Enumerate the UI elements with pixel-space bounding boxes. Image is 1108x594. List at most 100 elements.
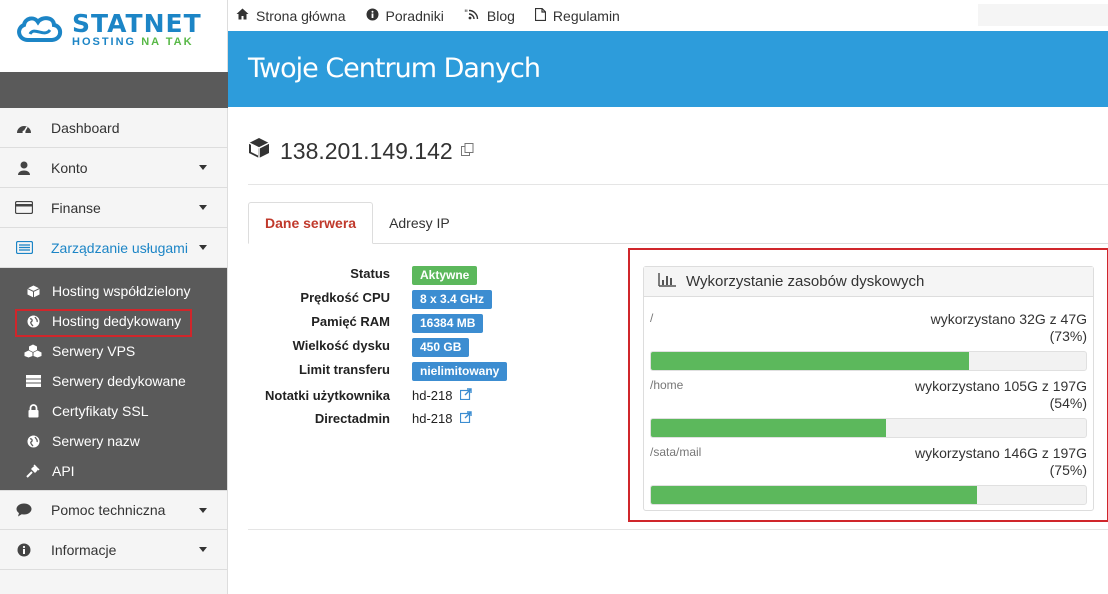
disk-mount: /sata/mail [650,445,702,459]
caret-down-icon [199,245,207,250]
globe-icon [24,315,42,328]
tab-adresy-ip[interactable]: Adresy IP [373,202,466,244]
file-icon [534,7,547,24]
disk-usage-text: wykorzystano 32G z 47G (73%) [930,311,1087,344]
submenu-item-label: API [52,463,75,479]
copy-icon[interactable] [460,143,474,159]
notes-value: hd-218 [412,388,453,403]
detail-row-ram: Pamięć RAM 16384 MB [248,311,618,333]
directadmin-value: hd-218 [412,411,453,426]
sidebar-item-label: Zarządzanie usługami [51,239,188,256]
main-content: 138.201.149.142 Dane serwera Adresy IP S… [228,107,1108,594]
topbar-link-label: Strona główna [256,7,346,24]
topbar-link-blog[interactable]: " Blog [464,8,515,24]
sidebar-item-dashboard[interactable]: Dashboard [0,108,227,148]
topbar-link-label: Blog [486,7,515,24]
disk-progress-bar [650,485,1087,505]
logo[interactable]: STATNET HOSTING NA TAK [0,0,228,72]
submenu-item-hosting-wspoldzielony[interactable]: Hosting współdzielony [0,276,227,306]
topbar-link-label: Poradniki [385,7,444,24]
dashboard-icon [14,120,34,136]
globe-icon [24,435,42,448]
detail-label: Limit transferu [298,362,390,377]
caret-down-icon [199,547,207,552]
sidebar-item-zarzadzanie-uslugami[interactable]: Zarządzanie usługami [0,228,227,268]
disk-entry: / wykorzystano 32G z 47G (73%) [644,297,1093,371]
status-badge: Aktywne [412,266,478,285]
sidebar-item-label: Pomoc techniczna [51,502,166,518]
topbar-right-area [978,4,1108,26]
sidebar-item-pomoc-techniczna[interactable]: Pomoc techniczna [0,490,227,530]
submenu-item-certyfikaty-ssl[interactable]: Certyfikaty SSL [0,396,227,426]
tab-dane-serwera[interactable]: Dane serwera [248,202,374,244]
detail-row-transfer: Limit transferu nielimitowany [248,359,618,381]
sidebar-item-label: Konto [51,159,88,176]
sidebar-item-label: Dashboard [51,119,120,136]
disk-progress-bar [650,418,1087,438]
sidebar-item-konto[interactable]: Konto [0,148,227,188]
panel-header: Wykorzystanie zasobów dyskowych [644,267,1093,297]
submenu-item-label: Hosting współdzielony [52,283,191,299]
detail-row-notes: Notatki użytkownika hd-218 [248,385,618,406]
cube-icon [248,137,270,165]
cloud-logo-icon [17,16,63,42]
sidebar-item-label: Finanse [51,199,101,216]
detail-label: Prędkość CPU [300,290,390,305]
submenu-item-api[interactable]: API [0,456,227,486]
topbar-link-label: Regulamin [552,7,620,24]
page-header: Twoje Centrum Danych [228,31,1108,107]
page-title: Twoje Centrum Danych [248,53,541,84]
submenu-item-serwery-nazw[interactable]: Serwery nazw [0,426,227,456]
sidebar-header-band [0,72,228,108]
lock-icon [24,404,42,418]
submenu-item-label: Certyfikaty SSL [52,403,149,419]
divider [248,529,1108,530]
detail-label: Pamięć RAM [311,314,390,329]
caret-down-icon [199,165,207,170]
transfer-badge: nielimitowany [412,362,508,381]
credit-card-icon [14,200,34,216]
disk-usage-panel: Wykorzystanie zasobów dyskowych / wykorz… [643,266,1094,511]
rss-icon: " [464,8,480,23]
highlight-frame: Wykorzystanie zasobów dyskowych / wykorz… [628,248,1108,522]
submenu-item-serwery-dedykowane[interactable]: Serwery dedykowane [0,366,227,396]
submenu-item-label: Serwery nazw [52,433,140,449]
brand-tagline: HOSTING NA TAK [72,36,194,48]
detail-row-cpu: Prędkość CPU 8 x 3.4 GHz [248,287,618,309]
bar-chart-icon [658,272,676,291]
sidebar-item-label: Informacje [51,541,117,558]
caret-down-icon [199,205,207,210]
disk-mount: /home [650,378,684,392]
divider [248,184,1108,185]
disk-entry: /sata/mail wykorzystano 146G z 197G (75%… [644,438,1093,505]
info-circle-icon [366,8,379,24]
detail-row-status: Status Aktywne [248,263,618,285]
detail-label: Status [350,266,390,281]
sidebar: Dashboard Konto Finanse Zarządzanie usłu… [0,108,228,594]
edit-icon[interactable] [460,388,472,403]
plug-icon [24,464,42,478]
detail-row-directadmin: Directadmin hd-218 [248,408,618,429]
topbar-link-regulamin[interactable]: Regulamin [534,7,620,24]
external-link-icon[interactable] [460,411,472,426]
list-icon [14,240,34,256]
submenu-item-label: Hosting dedykowany [52,313,182,329]
topbar-link-home[interactable]: Strona główna [236,8,346,24]
sidebar-item-informacje[interactable]: Informacje [0,530,227,570]
user-icon [14,160,34,176]
topbar-link-poradniki[interactable]: Poradniki [366,8,444,24]
disk-progress-fill [651,486,978,504]
server-icon [24,375,42,387]
sidebar-item-finanse[interactable]: Finanse [0,188,227,228]
disk-usage-text: wykorzystano 146G z 197G (75%) [915,445,1087,478]
comment-icon [14,502,34,518]
cube-icon [24,285,42,298]
disk-badge: 450 GB [412,338,470,357]
detail-label: Directadmin [314,411,390,426]
submenu-item-label: Serwery dedykowane [52,373,186,389]
detail-label: Wielkość dysku [292,338,390,353]
submenu-item-hosting-dedykowany[interactable]: Hosting dedykowany [0,306,227,337]
detail-label: Notatki użytkownika [265,388,390,403]
submenu-item-serwery-vps[interactable]: Serwery VPS [0,336,227,366]
brand-name: STATNET [72,9,202,38]
